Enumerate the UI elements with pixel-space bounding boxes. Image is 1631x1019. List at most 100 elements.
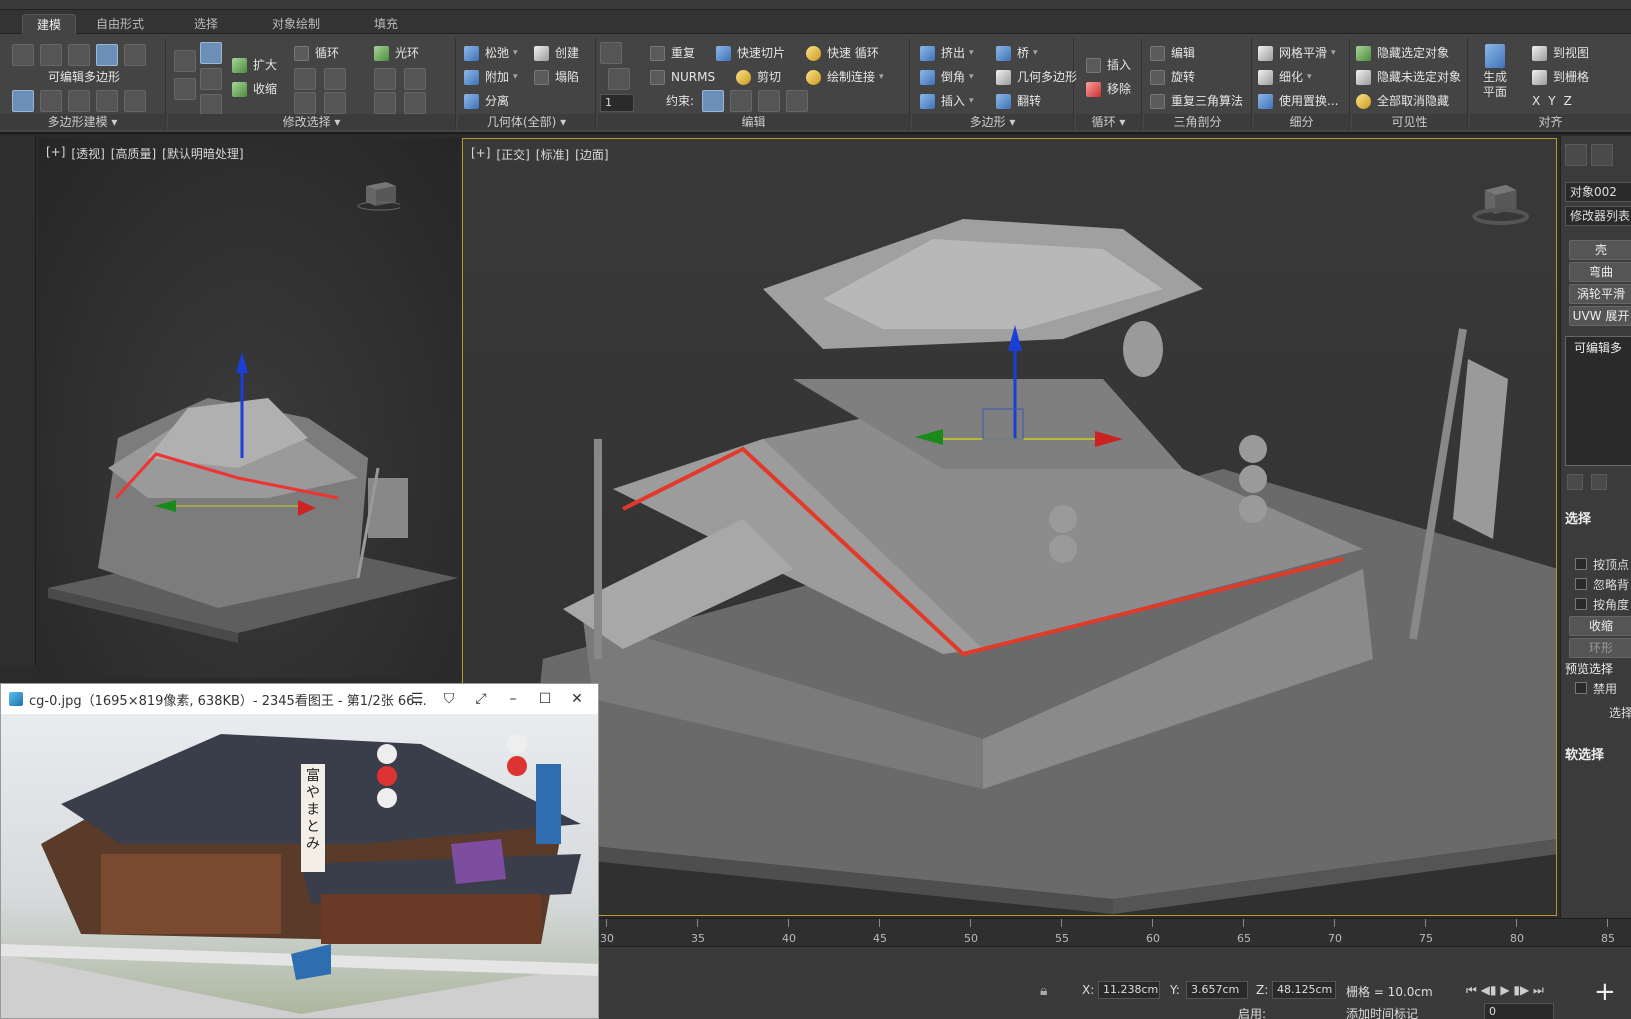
panel-footer-polygons[interactable]: 多边形 ▾: [912, 114, 1073, 130]
tab-object-paint[interactable]: 对象绘制: [258, 14, 334, 34]
align-z-button[interactable]: Z: [1564, 90, 1572, 112]
ring-button[interactable]: 光环: [374, 42, 419, 64]
menu-icon[interactable]: ☰: [407, 689, 427, 709]
viewport-perspective[interactable]: [+] [透视] [高质量] [默认明暗处理]: [38, 138, 460, 678]
nurms-button[interactable]: NURMS: [650, 66, 715, 88]
edit-tool-b[interactable]: [608, 68, 630, 90]
sel-tool-b[interactable]: [200, 42, 222, 64]
bridge-button[interactable]: 桥 ▾: [996, 42, 1038, 64]
maximize-icon[interactable]: ☐: [535, 689, 555, 709]
skin-icon[interactable]: ⛉: [439, 689, 459, 709]
relax-button[interactable]: 松弛 ▾: [464, 42, 518, 64]
ring-selection-button[interactable]: 环形: [1569, 638, 1631, 658]
sel-tool-e[interactable]: [200, 94, 222, 116]
ring-shift-button[interactable]: [374, 92, 396, 114]
vertex-mode-button[interactable]: [12, 44, 34, 66]
fullscreen-icon[interactable]: ⤢: [471, 689, 491, 709]
shrink-button[interactable]: 收缩: [232, 78, 277, 100]
border-mode-button[interactable]: [68, 44, 90, 66]
tab-freeform[interactable]: 自由形式: [82, 14, 158, 34]
constraint-edge-button[interactable]: [730, 90, 752, 112]
minimize-icon[interactable]: –: [503, 689, 523, 709]
displacement-button[interactable]: 使用置换...: [1258, 90, 1338, 112]
viewport-orthographic[interactable]: [+] [正交] [标准] [边面]: [462, 138, 1557, 916]
ring-minus-button[interactable]: [404, 68, 426, 90]
sel-tool-a[interactable]: [174, 50, 196, 72]
panel-footer-poly[interactable]: 多边形建模 ▾: [0, 114, 165, 130]
edge-mode-button[interactable]: [40, 44, 62, 66]
inset-button[interactable]: 插入 ▾: [920, 90, 974, 112]
edit-tool-a[interactable]: [600, 42, 622, 64]
modifier-stack-item[interactable]: 可编辑多: [1574, 339, 1622, 356]
remove-loop-button[interactable]: 移除: [1086, 78, 1131, 100]
align-y-button[interactable]: Y: [1548, 90, 1555, 112]
close-icon[interactable]: ✕: [567, 689, 587, 709]
tessellate-button[interactable]: 细化 ▾: [1258, 66, 1312, 88]
hide-selected-button[interactable]: 隐藏选定对象: [1356, 42, 1449, 64]
constraint-normal-button[interactable]: [786, 90, 808, 112]
sel-tool-d[interactable]: [200, 68, 222, 90]
poly-tool-3[interactable]: [68, 90, 90, 112]
swiftloop-button[interactable]: 快速 循环: [806, 42, 879, 64]
shell-button[interactable]: 壳: [1569, 240, 1631, 260]
modifier-list-dropdown[interactable]: 修改器列表: [1565, 206, 1631, 226]
tri-edit-button[interactable]: 编辑: [1150, 42, 1195, 64]
hide-unselected-button[interactable]: 隐藏未选定对象: [1356, 66, 1461, 88]
extrude-button[interactable]: 挤出 ▾: [920, 42, 974, 64]
bevel-button[interactable]: 倒角 ▾: [920, 66, 974, 88]
to-grid-button[interactable]: 到栅格: [1532, 66, 1589, 88]
flip-button[interactable]: 翻转: [996, 90, 1041, 112]
detach-button[interactable]: 分离: [464, 90, 509, 112]
loop-shift-button[interactable]: [294, 92, 316, 114]
bend-button[interactable]: 弯曲: [1569, 262, 1631, 282]
collapse-button[interactable]: 塌陷: [534, 66, 579, 88]
panel-footer-loops[interactable]: 循环 ▾: [1076, 114, 1141, 130]
x-coord-field[interactable]: 11.238cm: [1098, 981, 1160, 999]
next-frame-icon[interactable]: ▮▶: [1513, 983, 1529, 997]
geopoly-button[interactable]: 几何多边形: [996, 66, 1077, 88]
create-tab-icon[interactable]: [1565, 144, 1587, 166]
element-mode-button[interactable]: [124, 44, 146, 66]
constraint-face-button[interactable]: [758, 90, 780, 112]
show-end-result-icon[interactable]: [1591, 474, 1607, 490]
by-vertex-checkbox[interactable]: 按顶点: [1575, 556, 1629, 573]
lock-selection-icon[interactable]: 🔒︎: [1040, 983, 1047, 999]
quickslice-button[interactable]: 快速切片: [716, 42, 785, 64]
retriangulate-button[interactable]: 重复三角算法: [1150, 90, 1243, 112]
shrink-selection-button[interactable]: 收缩: [1569, 616, 1631, 636]
play-icon[interactable]: ▶: [1500, 983, 1509, 997]
repeat-button[interactable]: 重复: [650, 42, 695, 64]
insert-loop-button[interactable]: 插入: [1086, 54, 1131, 76]
sel-tool-c[interactable]: [174, 78, 196, 100]
poly-tool-4[interactable]: [96, 90, 118, 112]
grow-button[interactable]: 扩大: [232, 54, 277, 76]
house-model-small[interactable]: [38, 138, 460, 678]
current-frame-field[interactable]: 0: [1484, 1003, 1554, 1019]
tab-modeling[interactable]: 建模: [22, 14, 77, 34]
cut-button[interactable]: 剪切: [736, 66, 781, 88]
ring-dropdown[interactable]: [404, 92, 426, 114]
by-angle-checkbox[interactable]: 按角度: [1575, 596, 1629, 613]
create-button[interactable]: 创建: [534, 42, 579, 64]
poly-tool-1[interactable]: [12, 90, 34, 112]
ring-plus-button[interactable]: [374, 68, 396, 90]
tab-selection[interactable]: 选择: [180, 14, 232, 34]
preview-disabled-radio[interactable]: 禁用: [1575, 680, 1617, 697]
go-start-icon[interactable]: ⏮: [1466, 983, 1477, 997]
add-icon[interactable]: +: [1594, 977, 1616, 1007]
prev-frame-icon[interactable]: ◀▮: [1481, 983, 1497, 997]
panel-footer-geometry[interactable]: 几何体(全部) ▾: [458, 114, 595, 130]
paint-connect-button[interactable]: 绘制连接 ▾: [806, 66, 884, 88]
align-x-button[interactable]: X: [1532, 90, 1540, 112]
poly-tool-5[interactable]: [124, 90, 146, 112]
attach-button[interactable]: 附加 ▾: [464, 66, 518, 88]
object-name-field[interactable]: 对象002: [1565, 182, 1631, 202]
go-end-icon[interactable]: ⏭: [1533, 983, 1544, 997]
poly-tool-2[interactable]: [40, 90, 62, 112]
image-viewer-titlebar[interactable]: cg-0.jpg（1695×819像素, 638KB）- 2345看图王 - 第…: [1, 684, 598, 714]
loop-button[interactable]: 循环: [294, 42, 339, 64]
make-planar-button[interactable]: 生成平面: [1474, 42, 1516, 108]
tab-populate[interactable]: 填充: [360, 14, 412, 34]
tri-turn-button[interactable]: 旋转: [1150, 66, 1195, 88]
add-time-tag-button[interactable]: 添加时间标记: [1346, 1005, 1418, 1019]
